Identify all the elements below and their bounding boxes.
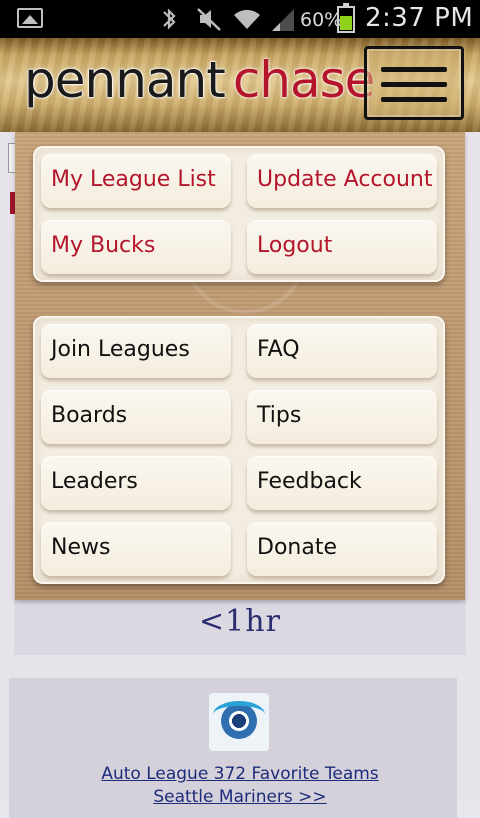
hamburger-icon-line (381, 97, 447, 102)
bluetooth-icon (160, 5, 178, 41)
site-header: pennant chase (0, 38, 480, 132)
time-remaining: <1hr (199, 604, 281, 639)
logo-text-chase: chase (232, 51, 376, 109)
site-menu-group: Join Leagues FAQ Boards Tips Leaders Fee… (33, 316, 445, 584)
hamburger-icon (381, 67, 447, 72)
my-bucks-button[interactable]: My Bucks (41, 220, 231, 274)
news-button[interactable]: News (41, 522, 231, 576)
picture-icon (17, 8, 43, 28)
pennant-chase-logo[interactable]: pennant chase (24, 50, 376, 110)
league-link[interactable]: Auto League 372 Favorite Teams (0, 764, 480, 784)
logo-text-pennant: pennant (24, 51, 227, 110)
team-link[interactable]: Seattle Mariners >> (0, 787, 480, 807)
account-menu-group: My League List Update Account My Bucks L… (33, 146, 445, 282)
dropdown-menu: My League List Update Account My Bucks L… (15, 132, 465, 600)
wifi-icon (232, 5, 262, 41)
join-leagues-button[interactable]: Join Leagues (41, 324, 231, 378)
signal-icon (270, 5, 296, 41)
update-account-button[interactable]: Update Account (247, 154, 437, 208)
faq-button[interactable]: FAQ (247, 324, 437, 378)
clock: 2:37 PM (365, 3, 474, 33)
hamburger-icon-line (381, 82, 447, 87)
my-league-list-button[interactable]: My League List (41, 154, 231, 208)
boards-button[interactable]: Boards (41, 390, 231, 444)
tips-button[interactable]: Tips (247, 390, 437, 444)
team-logo (209, 693, 269, 751)
status-bar: 60% 2:37 PM (0, 0, 480, 38)
mute-icon (196, 5, 222, 41)
battery-percent: 60% (300, 9, 343, 31)
logout-button[interactable]: Logout (247, 220, 437, 274)
donate-button[interactable]: Donate (247, 522, 437, 576)
battery-icon (337, 3, 355, 33)
feedback-button[interactable]: Feedback (247, 456, 437, 510)
hamburger-menu-button[interactable] (364, 46, 464, 120)
leaders-button[interactable]: Leaders (41, 456, 231, 510)
